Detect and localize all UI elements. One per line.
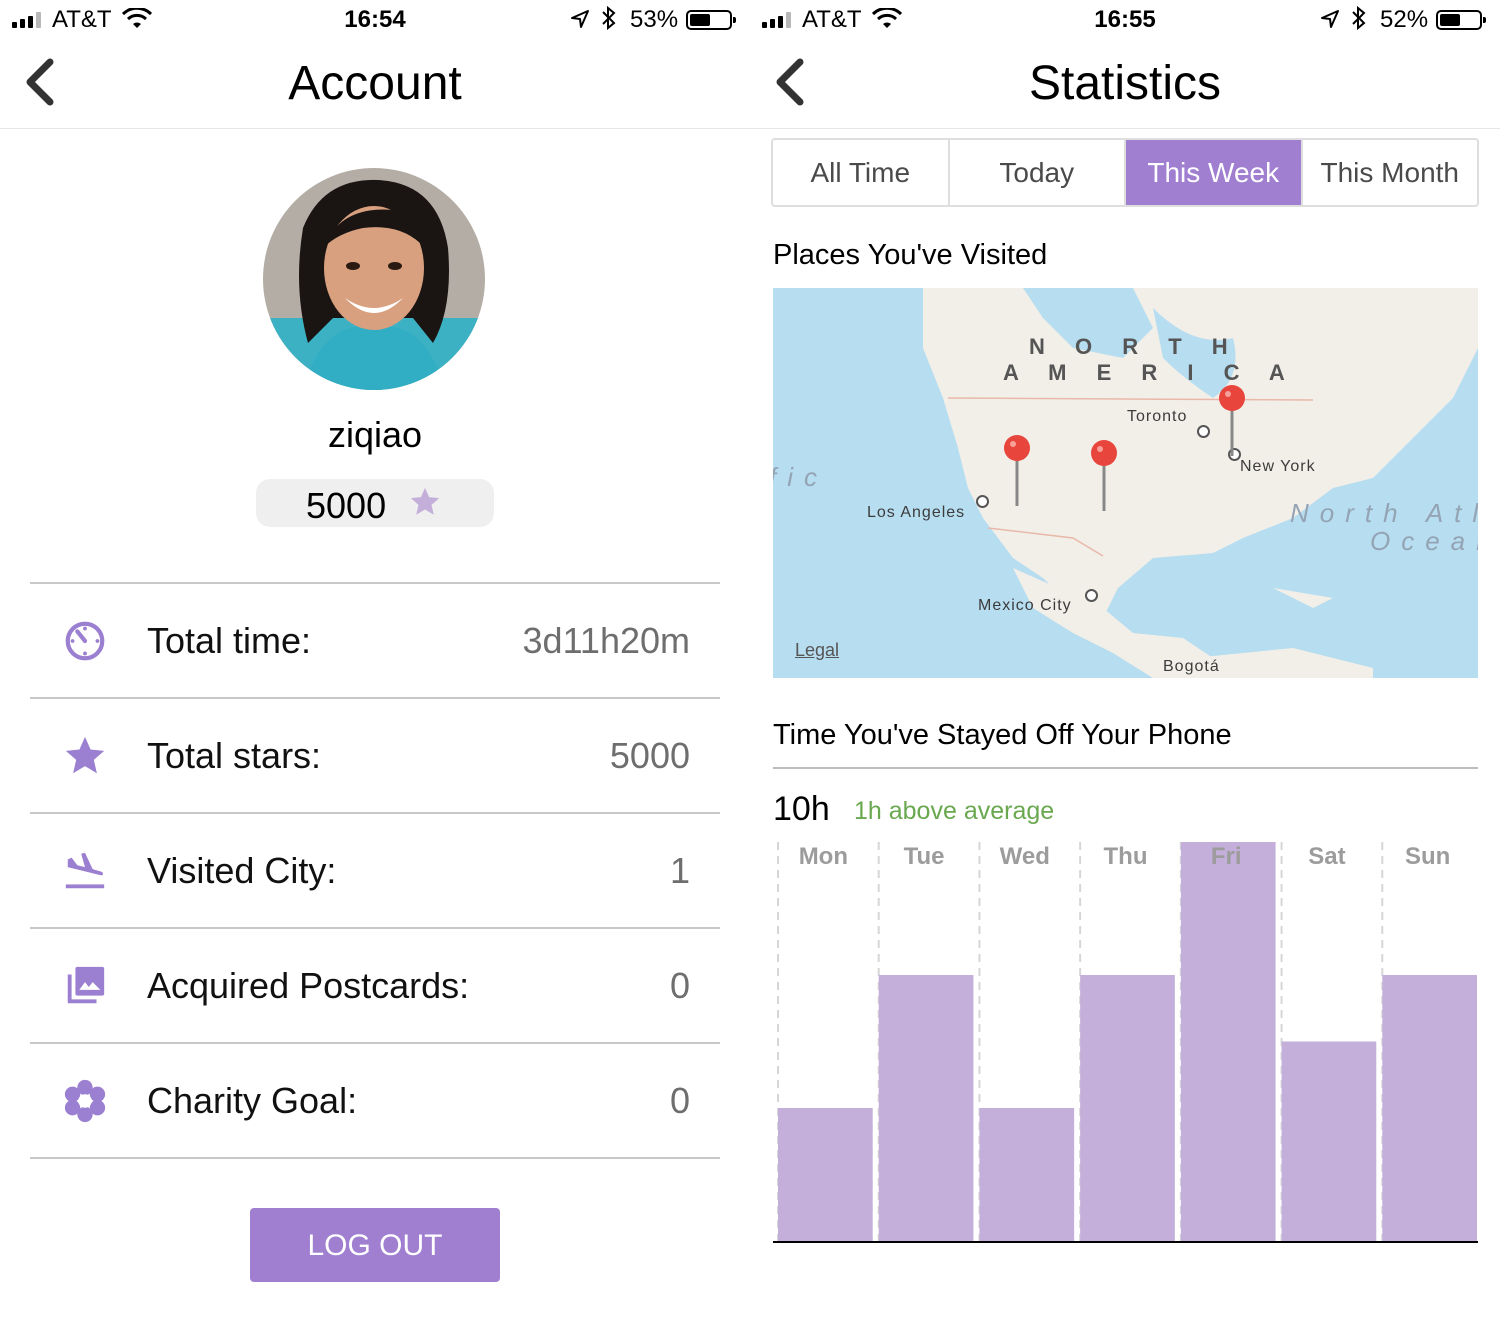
stat-label: Total time: bbox=[147, 620, 312, 661]
map-city-label: Mexico City bbox=[978, 597, 1072, 614]
weekly-bar-chart: Mon Tue Wed Thu Fri Sat Sun bbox=[777, 842, 1477, 1242]
tab-this-month[interactable]: This Month bbox=[1300, 140, 1478, 205]
star-balance-badge: 5000 bbox=[256, 479, 494, 527]
day-label: Fri bbox=[1211, 843, 1242, 870]
tab-this-week[interactable]: This Week bbox=[1124, 140, 1301, 205]
day-label: Sun bbox=[1405, 843, 1450, 870]
timer-icon bbox=[62, 618, 108, 664]
map-city-label: Toronto bbox=[1127, 408, 1188, 425]
offphone-comparison: 1h above average bbox=[854, 797, 1055, 825]
map-city-label: Bogotá bbox=[1163, 658, 1220, 675]
bar-mon[interactable] bbox=[778, 1108, 873, 1241]
star-balance-value: 5000 bbox=[306, 485, 387, 526]
battery-icon bbox=[686, 10, 736, 30]
city-dot bbox=[1085, 589, 1098, 602]
city-dot bbox=[1197, 425, 1210, 438]
visited-places-map[interactable]: N O R T H A M E R I C A North Atla Ocean… bbox=[773, 288, 1478, 678]
day-label: Tue bbox=[904, 843, 945, 870]
page-title: Account bbox=[288, 57, 462, 110]
tab-today[interactable]: Today bbox=[947, 140, 1125, 205]
account-screen: AT&T 16:54 53% Account ziqiao 5000 Total… bbox=[0, 0, 750, 1334]
flower-icon bbox=[62, 1078, 108, 1124]
battery-percent: 53% bbox=[630, 6, 679, 33]
places-title: Places You've Visited bbox=[773, 239, 1048, 271]
day-label: Wed bbox=[1000, 843, 1050, 870]
stat-label: Charity Goal: bbox=[147, 1080, 358, 1121]
battery-icon bbox=[1436, 10, 1486, 30]
stat-value: 0 bbox=[669, 965, 690, 1006]
stat-row-total-time: Total time: 3d11h20m bbox=[30, 582, 720, 697]
city-dot bbox=[976, 495, 989, 508]
map-ocean-label: North Atla bbox=[1290, 498, 1478, 528]
nav-bar: Statistics bbox=[750, 40, 1500, 129]
star-icon bbox=[408, 485, 442, 524]
logout-button[interactable]: LOG OUT bbox=[250, 1208, 500, 1282]
stat-value: 1 bbox=[669, 850, 690, 891]
stat-row-total-stars: Total stars: 5000 bbox=[30, 697, 720, 812]
bar-sat[interactable] bbox=[1281, 1041, 1377, 1242]
map-ocean-label: Ocean bbox=[1370, 526, 1478, 556]
status-bar: AT&T 16:55 52% bbox=[750, 0, 1500, 40]
bar-fri[interactable] bbox=[1180, 842, 1276, 1241]
stats-list: Total time: 3d11h20m Total stars: 5000 V… bbox=[30, 582, 720, 1159]
stat-label: Acquired Postcards: bbox=[147, 965, 470, 1006]
stat-row-charity-goal: Charity Goal: 0 bbox=[30, 1042, 720, 1159]
stat-row-visited-city: Visited City: 1 bbox=[30, 812, 720, 927]
bar-sun[interactable] bbox=[1382, 975, 1477, 1241]
bar-thu[interactable] bbox=[1080, 975, 1175, 1241]
chart-baseline bbox=[773, 1241, 1478, 1243]
day-label: Thu bbox=[1104, 843, 1148, 870]
star-icon bbox=[62, 733, 108, 779]
stat-row-postcards: Acquired Postcards: 0 bbox=[30, 927, 720, 1042]
stat-label: Visited City: bbox=[147, 850, 337, 891]
bluetooth-icon bbox=[600, 5, 618, 38]
location-arrow-icon bbox=[1320, 8, 1340, 36]
stat-value: 0 bbox=[669, 1080, 690, 1121]
stat-value: 3d11h20m bbox=[522, 620, 690, 661]
avatar[interactable] bbox=[263, 168, 485, 390]
map-pin-icon[interactable] bbox=[1090, 439, 1118, 513]
page-title: Statistics bbox=[1028, 57, 1222, 110]
bar-wed[interactable] bbox=[979, 1108, 1075, 1241]
battery-percent: 52% bbox=[1380, 6, 1429, 33]
stat-label: Total stars: bbox=[147, 735, 322, 776]
map-city-label: Los Angeles bbox=[867, 504, 966, 521]
tab-all-time[interactable]: All Time bbox=[773, 140, 948, 205]
map-region-label: N O R T H bbox=[1029, 334, 1240, 359]
status-bar: AT&T 16:54 53% bbox=[0, 0, 750, 40]
offphone-total: 10h bbox=[773, 790, 830, 828]
section-divider bbox=[773, 767, 1478, 769]
flight-land-icon bbox=[62, 848, 108, 894]
map-ocean-label: fic bbox=[773, 462, 828, 492]
map-pin-icon[interactable] bbox=[1218, 384, 1246, 458]
map-region-label: A M E R I C A bbox=[1003, 360, 1297, 385]
offphone-title: Time You've Stayed Off Your Phone bbox=[773, 719, 1232, 751]
map-legal-link[interactable]: Legal bbox=[795, 640, 839, 661]
bluetooth-icon bbox=[1350, 5, 1368, 38]
stat-value: 5000 bbox=[609, 735, 690, 776]
nav-bar: Account bbox=[0, 40, 750, 129]
bar-tue[interactable] bbox=[878, 975, 974, 1241]
map-pin-icon[interactable] bbox=[1003, 434, 1031, 508]
username: ziqiao bbox=[327, 414, 423, 455]
photo-library-icon bbox=[62, 963, 108, 1009]
day-label: Sat bbox=[1308, 843, 1345, 870]
location-arrow-icon bbox=[570, 8, 590, 36]
time-range-tabs: All Time Today This Week This Month bbox=[771, 138, 1479, 207]
map-city-label: New York bbox=[1240, 458, 1316, 475]
day-label: Mon bbox=[799, 843, 848, 870]
